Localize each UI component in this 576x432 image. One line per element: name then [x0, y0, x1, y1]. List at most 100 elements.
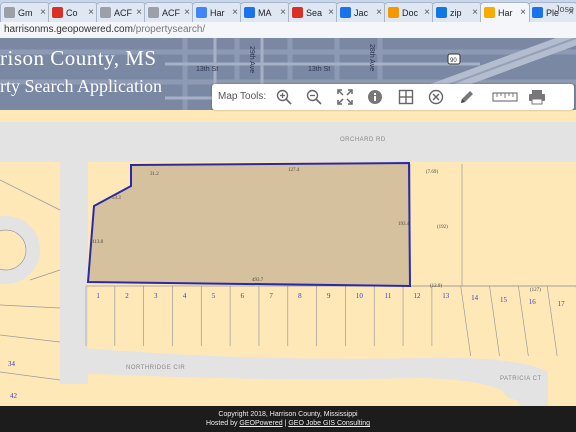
browser-tab[interactable]: ACF ×: [144, 2, 194, 22]
dimension-label: 113.8: [92, 240, 104, 245]
pencil-icon: [461, 91, 473, 103]
lot-number: 9: [327, 292, 331, 300]
flag-icon: [532, 7, 543, 18]
browser-tab-label: Har: [498, 7, 513, 18]
browser-tab[interactable]: Sea ×: [288, 2, 338, 22]
dimension-label: 193.4: [398, 222, 410, 227]
dimension-label: (192): [437, 225, 448, 230]
browser-tab[interactable]: Co ×: [48, 2, 98, 22]
clear-button[interactable]: [426, 87, 446, 107]
realtor-icon: [292, 7, 303, 18]
close-tab-icon[interactable]: ×: [424, 7, 430, 18]
lot-number: 4: [182, 292, 187, 300]
full-extent-button[interactable]: [335, 87, 355, 107]
browser-tab-label: Gm: [18, 7, 33, 18]
lot-number: 1: [96, 292, 100, 300]
browser-tab-label: ACF: [162, 7, 180, 18]
ruler-icon: [492, 92, 518, 102]
dimension-label: 53.3: [112, 196, 121, 201]
lot-number: 8: [298, 292, 302, 300]
close-tab-icon[interactable]: ×: [520, 7, 526, 18]
close-tab-icon[interactable]: ×: [232, 7, 238, 18]
browser-tab[interactable]: Har ×: [480, 2, 530, 22]
map-tools-label: Map Tools:: [218, 91, 267, 102]
zillow-icon: [436, 7, 447, 18]
close-tab-icon[interactable]: ×: [472, 7, 478, 18]
browser-tab[interactable]: zip ×: [432, 2, 482, 22]
grid-select-icon: [398, 89, 414, 105]
zoom-in-icon: [276, 89, 292, 105]
identify-button[interactable]: [365, 87, 385, 107]
lot-line: [546, 285, 558, 357]
location-icon: [484, 7, 495, 18]
browser-tab-label: zip: [450, 7, 462, 18]
document-icon: [4, 7, 15, 18]
browser-tab[interactable]: ACF ×: [96, 2, 146, 22]
app-title-application: rty Search Application: [0, 76, 162, 96]
browser-tab-label: ACF: [114, 7, 132, 18]
download-icon: [388, 7, 399, 18]
print-button[interactable]: [527, 87, 547, 107]
zoom-in-button[interactable]: [274, 87, 294, 107]
footer-copyright: Copyright 2018, Harrison County, Mississ…: [218, 411, 358, 418]
map-pin-icon: [244, 7, 255, 18]
road-label: PATRICIA CT: [500, 376, 542, 382]
browser-tab[interactable]: Gm ×: [0, 2, 50, 22]
lot-number: 5: [211, 292, 216, 300]
dimension-label: 127.4: [288, 168, 300, 173]
browser-tab[interactable]: MA ×: [240, 2, 290, 22]
close-tab-icon[interactable]: ×: [280, 7, 286, 18]
browser-tab-label: Sea: [306, 7, 323, 18]
browser-tab-label: Doc: [402, 7, 419, 18]
browser-tab[interactable]: Jac ×: [336, 2, 386, 22]
lot-number: 13: [442, 292, 450, 300]
parcel-map-canvas[interactable]: [0, 110, 576, 406]
close-tab-icon[interactable]: ×: [88, 7, 94, 18]
map-tools-toolbar: Map Tools:: [212, 84, 574, 110]
property-map[interactable]: ORCHARD RD NORTHRIDGE CIR PATRICIA CT 12…: [0, 110, 576, 406]
geopowered-link[interactable]: GEOPowered: [239, 420, 282, 427]
cul-de-sac-east: [501, 368, 533, 400]
close-tab-icon[interactable]: ×: [136, 7, 142, 18]
selected-parcel[interactable]: [86, 161, 412, 288]
browser-tab-label: Co: [66, 7, 78, 18]
dimension-label: (7.69): [426, 170, 439, 175]
browser-tab-label: Jac: [354, 7, 369, 18]
profile-name[interactable]: Jose: [555, 4, 574, 14]
browser-tab-label: MA: [258, 7, 272, 18]
browser-tab[interactable]: Har ×: [192, 2, 242, 22]
lot-line: [489, 285, 500, 357]
lot-line: [518, 285, 529, 357]
page-footer: Copyright 2018, Harrison County, Mississ…: [0, 406, 576, 432]
expand-arrows-icon: [337, 89, 353, 105]
url-host: harrisonms.geopowered.com: [4, 24, 133, 35]
google-icon: [196, 7, 207, 18]
url-text[interactable]: harrisonms.geopowered.com/propertysearch…: [4, 24, 205, 35]
street-label: 13th St: [196, 66, 218, 73]
gmail-icon: [52, 7, 63, 18]
road-northridge: [60, 346, 548, 406]
measure-button[interactable]: [491, 87, 519, 107]
close-tab-icon[interactable]: ×: [328, 7, 334, 18]
lot-number: 34: [8, 360, 15, 368]
close-tab-icon[interactable]: ×: [184, 7, 190, 18]
zoom-out-button[interactable]: [304, 87, 324, 107]
lot-number: 7: [269, 292, 273, 300]
dimension-label: (12.9): [430, 284, 443, 289]
select-button[interactable]: [396, 87, 416, 107]
lot-number: 6: [240, 292, 245, 300]
close-tab-icon[interactable]: ×: [40, 7, 46, 18]
lot-number: 15: [499, 296, 507, 304]
geojobe-link[interactable]: GEO Jobe GIS Consulting: [288, 420, 370, 427]
address-bar[interactable]: harrisonms.geopowered.com/propertysearch…: [0, 22, 576, 39]
dimension-label: (127): [530, 288, 541, 293]
dimension-label: 493.7: [252, 278, 264, 283]
close-tab-icon[interactable]: ×: [376, 7, 382, 18]
road-label: ORCHARD RD: [340, 137, 386, 143]
browser-tab[interactable]: Doc ×: [384, 2, 434, 22]
printer-icon: [529, 90, 545, 105]
lot-number: 10: [355, 292, 363, 300]
street-label: 28th Ave: [368, 44, 375, 71]
draw-button[interactable]: [457, 87, 477, 107]
footer-hosted-prefix: Hosted by: [205, 420, 240, 427]
